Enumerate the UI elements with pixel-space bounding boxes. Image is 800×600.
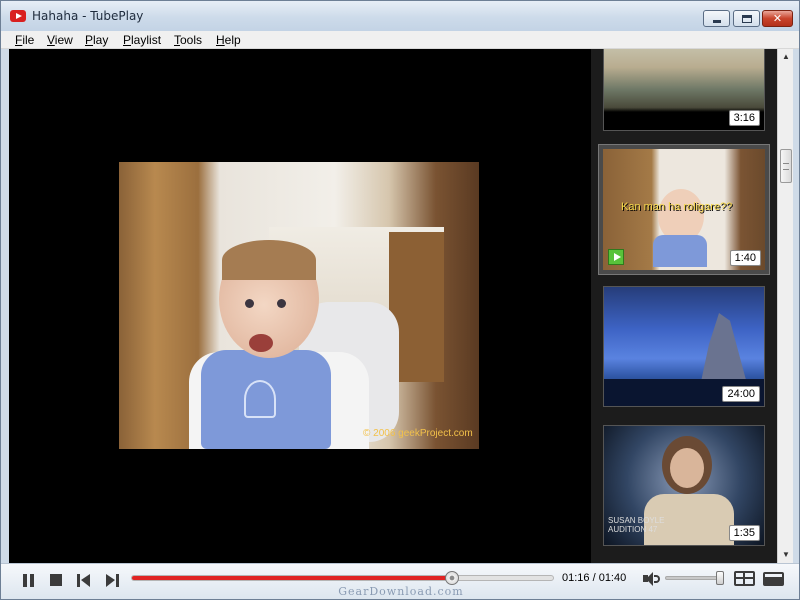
playlist-item-duration: 3:16 <box>728 110 760 126</box>
app-window: Hahaha - TubePlay ✕ File View Play Playl… <box>0 0 800 600</box>
tubeplay-logo-icon <box>10 10 26 22</box>
video-scene-mouth <box>249 334 273 352</box>
menu-view[interactable]: View <box>47 33 73 47</box>
menu-help-label: elp <box>224 33 241 47</box>
video-scene-right-eye <box>277 299 286 308</box>
menu-playlist-label: laylist <box>131 33 162 47</box>
menu-bar: File View Play Playlist Tools Help <box>1 31 799 49</box>
menu-playlist-accelerator: P <box>123 33 132 47</box>
menu-tools-label: ools <box>180 33 203 47</box>
thumbnail-lower-third-line-2: AUDITION 47 <box>608 525 658 534</box>
thumbnail-baby-bib <box>653 235 707 267</box>
video-viewport[interactable]: © 2006 geekProject.com <box>9 49 591 563</box>
playlist-item[interactable]: SUSAN BOYLE AUDITION 47 1:35 <box>603 425 765 546</box>
menu-file-label: ile <box>22 33 35 47</box>
speaker-wave-icon <box>654 575 660 583</box>
playback-controls: 01:16 / 01:40 GearDownload.com <box>1 563 799 599</box>
menu-play[interactable]: Play <box>85 33 108 47</box>
window-title: Hahaha - TubePlay <box>32 9 144 23</box>
video-frame[interactable]: © 2006 geekProject.com <box>119 162 479 449</box>
volume-slider[interactable] <box>665 571 724 585</box>
scroll-down-arrow-icon[interactable]: ▼ <box>778 547 794 563</box>
seek-bar-progress <box>132 576 452 580</box>
playlist-item-selected[interactable]: Kan man ha roligare?? 1:40 <box>598 144 770 275</box>
menu-playlist[interactable]: Playlist <box>123 33 161 47</box>
title-bar[interactable]: Hahaha - TubePlay ✕ <box>1 1 799 31</box>
menu-help[interactable]: Help <box>216 33 241 47</box>
menu-play-accelerator: P <box>85 33 94 47</box>
seek-bar[interactable] <box>131 571 554 585</box>
seek-bar-handle[interactable] <box>444 571 459 585</box>
playlist-item-duration: 1:35 <box>728 525 760 541</box>
playlist-item-duration: 24:00 <box>722 386 760 402</box>
video-scene-bib-ghost <box>244 380 276 418</box>
scrollbar-thumb[interactable] <box>780 149 792 183</box>
menu-tools[interactable]: Tools <box>174 33 202 47</box>
maximize-icon <box>742 15 752 23</box>
playlist-item[interactable]: 24:00 <box>603 286 765 407</box>
grid-view-button[interactable] <box>734 571 755 586</box>
thumbnail-performer-face <box>670 448 704 488</box>
minimize-button[interactable] <box>703 10 730 27</box>
playlist-scrollbar[interactable]: ▲ ▼ <box>777 49 793 563</box>
close-button[interactable]: ✕ <box>762 10 793 27</box>
thumbnail-lower-third: SUSAN BOYLE AUDITION 47 <box>608 516 664 534</box>
menu-play-label: lay <box>93 33 109 47</box>
menu-help-accelerator: H <box>216 33 225 47</box>
video-watermark: © 2006 geekProject.com <box>363 428 473 439</box>
playlist-item-caption: Kan man ha roligare?? <box>621 201 733 213</box>
scroll-up-arrow-icon[interactable]: ▲ <box>778 49 794 65</box>
menu-view-label: iew <box>54 33 73 47</box>
close-icon: ✕ <box>772 12 783 25</box>
volume-slider-handle[interactable] <box>716 571 724 585</box>
playlist-item[interactable]: 3:16 <box>603 49 765 131</box>
compact-view-button[interactable] <box>763 572 784 586</box>
video-scene-baby-hair <box>222 240 316 280</box>
thumbnail-lower-third-line-1: SUSAN BOYLE <box>608 516 665 525</box>
minimize-icon <box>713 20 721 23</box>
now-playing-icon <box>608 249 624 265</box>
video-scene-left-eye <box>245 299 254 308</box>
menu-view-accelerator: V <box>47 33 55 47</box>
playlist-item-duration: 1:40 <box>729 250 761 266</box>
menu-file[interactable]: File <box>15 33 34 47</box>
site-watermark: GearDownload.com <box>338 585 464 598</box>
playlist-panel[interactable]: 3:16 Kan man ha roligare?? 1:40 24:00 SU… <box>591 49 777 563</box>
maximize-button[interactable] <box>733 10 760 27</box>
time-display: 01:16 / 01:40 <box>562 572 627 584</box>
